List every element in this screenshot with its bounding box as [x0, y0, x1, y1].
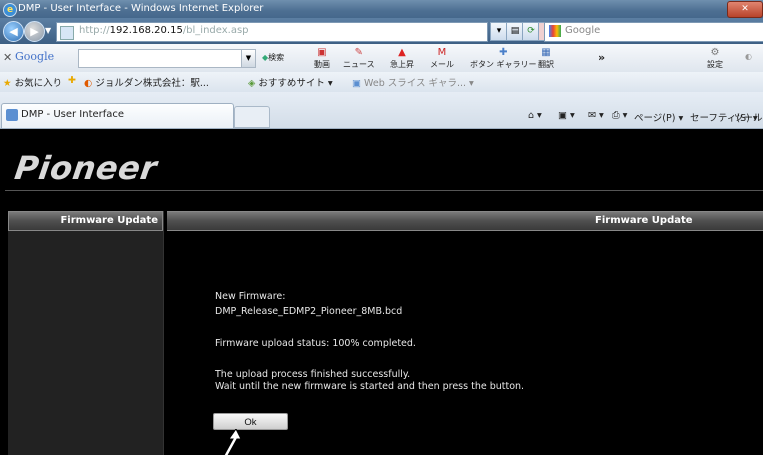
- tab-label: DMP - User Interface: [21, 109, 125, 120]
- toolbar-gallery[interactable]: ✚ ボタン ギャラリー: [470, 48, 537, 70]
- page-icon: [60, 26, 74, 40]
- chevron-down-icon[interactable]: ▼: [241, 49, 256, 68]
- news-icon: ✎: [354, 47, 363, 58]
- google-toolbar: ✕ Google ▼ ◆検索 ▣ 動画 ✎ ニュース ▲ 急上昇 M メール ✚ ボタン …: [0, 44, 763, 73]
- toolbar-news[interactable]: ✎ ニュース: [343, 48, 375, 70]
- settings-icon: ⚙: [710, 47, 720, 58]
- video-icon: ▣: [317, 47, 327, 58]
- search-provider-label: Google: [565, 25, 601, 36]
- gallery-icon: ✚: [499, 47, 508, 58]
- page-icon: [6, 109, 18, 121]
- new-firmware-label: New Firmware:: [215, 291, 286, 302]
- success-message: The upload process finished successfully…: [215, 369, 411, 380]
- page-content: Pioneer Firmware Update Firmware Update …: [0, 129, 763, 455]
- favorite-link-suggested[interactable]: ◈ おすすめサイト ▾: [248, 75, 333, 89]
- toolbar-more[interactable]: »: [598, 51, 605, 64]
- translate-icon: ▦: [541, 47, 551, 58]
- close-window-button[interactable]: ✕: [727, 1, 763, 18]
- pointer-arrow-icon: [223, 429, 242, 455]
- header-divider: [5, 190, 763, 191]
- favorites-bar: ★ お気に入り ✚ ◐ ジョルダン株式会社：駅... ◈ おすすめサイト ▾ ▣…: [0, 72, 763, 92]
- url-text[interactable]: http://192.168.20.15/bl_index.asp: [79, 25, 249, 36]
- favorite-link-jorudan[interactable]: ◐ ジョルダン株式会社：駅...: [84, 75, 209, 89]
- ok-button[interactable]: Ok: [213, 413, 288, 430]
- toolbar-search[interactable]: ◆検索: [262, 52, 284, 63]
- page-icon: ▣: [352, 78, 361, 89]
- tools-menu[interactable]: ツール(O): [734, 110, 763, 124]
- toolbar-settings[interactable]: ⚙ 設定: [707, 48, 723, 70]
- sidebar-item-firmware-update[interactable]: Firmware Update: [8, 211, 163, 231]
- address-field[interactable]: http://192.168.20.15/bl_index.asp: [56, 22, 488, 42]
- forward-button[interactable]: ▶: [24, 21, 45, 42]
- page-menu[interactable]: ページ(P) ▾: [634, 110, 683, 124]
- google-search-input[interactable]: ▼: [78, 49, 256, 68]
- main-header-title: Firmware Update: [595, 215, 693, 226]
- jorudan-icon: ◐: [84, 78, 93, 89]
- ie-logo-icon: e: [3, 3, 17, 17]
- window-title: DMP - User Interface - Windows Internet …: [18, 3, 264, 14]
- sidebar: [8, 211, 164, 455]
- browser-window: e DMP - User Interface - Windows Interne…: [0, 0, 763, 455]
- sidebar-item-label: Firmware Update: [60, 215, 158, 226]
- search-box[interactable]: Google: [544, 22, 763, 42]
- mail-icon[interactable]: ✉ ▾: [588, 110, 604, 121]
- google-toolbar-logo: Google: [15, 50, 55, 63]
- toolbar-trending[interactable]: ▲ 急上昇: [390, 48, 414, 70]
- toolbar-video[interactable]: ▣ 動画: [314, 48, 330, 70]
- home-icon[interactable]: ⌂ ▾: [528, 110, 542, 121]
- toolbar-translate[interactable]: ▦ 翻訳: [538, 48, 554, 70]
- wait-message: Wait until the new firmware is started a…: [215, 381, 525, 392]
- add-favorite-icon[interactable]: ✚: [68, 75, 76, 86]
- google-icon: [549, 25, 561, 37]
- history-dropdown-icon[interactable]: ▼: [45, 26, 51, 35]
- back-button[interactable]: ◀: [3, 21, 24, 42]
- tab-bar: DMP - User Interface ⌂ ▾ ▣ ▾ ✉ ▾ ⎙ ▾ ページ…: [0, 92, 763, 129]
- upload-status: Firmware upload status: 100% completed.: [215, 338, 416, 349]
- main-header: Firmware Update: [167, 211, 763, 231]
- firmware-filename: DMP_Release_EDMP2_Pioneer_8MB.bcd: [215, 306, 403, 317]
- favorite-link-webslice[interactable]: ▣ Web スライス ギャラ... ▾: [352, 75, 474, 89]
- new-tab-button[interactable]: [234, 106, 270, 128]
- mail-icon: M: [437, 47, 447, 58]
- pioneer-logo: Pioneer: [12, 149, 160, 187]
- toolbar-mail[interactable]: M メール: [430, 48, 454, 70]
- more-icon: »: [598, 51, 606, 64]
- title-bar: e DMP - User Interface - Windows Interne…: [0, 0, 763, 18]
- trending-icon: ▲: [398, 47, 406, 58]
- suggested-sites-icon: ◈: [248, 78, 256, 89]
- star-icon: ★: [3, 78, 12, 89]
- toolbar-overflow-icon[interactable]: ◐: [745, 52, 752, 61]
- address-row: ◀ ▶ ▼ http://192.168.20.15/bl_index.asp …: [0, 18, 763, 44]
- tab-dmp-user-interface[interactable]: DMP - User Interface: [1, 103, 234, 128]
- print-icon[interactable]: ⎙ ▾: [612, 110, 627, 121]
- favorites-button[interactable]: ★ お気に入り: [3, 75, 62, 89]
- close-toolbar-icon[interactable]: ✕: [3, 51, 12, 64]
- feeds-icon[interactable]: ▣ ▾: [558, 110, 575, 121]
